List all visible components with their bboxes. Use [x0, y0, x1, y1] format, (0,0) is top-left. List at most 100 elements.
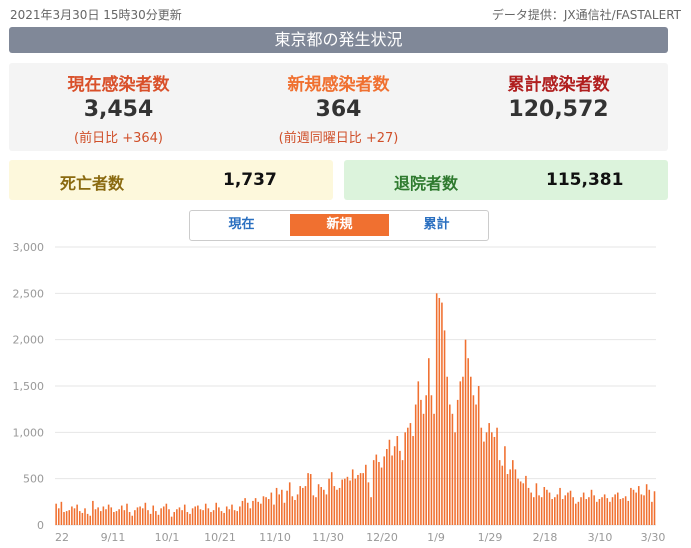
bar: [225, 506, 228, 525]
bar: [204, 503, 207, 525]
bar: [65, 511, 68, 525]
x-tick-label: 11/30: [312, 531, 344, 544]
bar: [262, 496, 265, 525]
bar: [470, 376, 472, 525]
bar: [320, 487, 322, 525]
bar: [551, 499, 553, 525]
bar: [281, 489, 283, 525]
bar: [391, 455, 393, 525]
bar: [136, 507, 139, 525]
bar: [422, 413, 425, 525]
bar: [514, 469, 517, 525]
stat-new-label: 新規感染者数: [287, 75, 390, 95]
bar: [57, 508, 60, 525]
bar: [330, 472, 333, 525]
bar: [302, 487, 304, 525]
bar: [228, 509, 231, 525]
bar: [120, 505, 123, 525]
bar: [372, 460, 375, 525]
x-tick-label: 12/20: [366, 531, 398, 544]
bar: [246, 502, 249, 525]
bar: [538, 495, 540, 525]
bar: [359, 473, 362, 525]
bar: [606, 498, 609, 525]
stat-total-value: 120,572: [508, 97, 609, 122]
bar: [68, 510, 71, 525]
bar: [178, 507, 181, 525]
bar: [215, 502, 218, 525]
bar: [210, 512, 212, 525]
bar: [157, 514, 160, 525]
bar: [496, 427, 498, 525]
bar: [464, 339, 467, 525]
x-tick-label: 9/11: [101, 531, 126, 544]
bar: [181, 510, 183, 525]
tab-total[interactable]: 累計: [387, 214, 486, 236]
bar: [509, 469, 511, 525]
bar: [170, 516, 173, 525]
bar: [588, 497, 590, 525]
bar: [223, 512, 225, 525]
data-source: データ提供：JX通信社/FASTALERT: [491, 8, 681, 22]
updated-timestamp: 2021年3月30日 15時30分更新: [10, 8, 182, 22]
bar: [55, 503, 57, 525]
bar: [601, 497, 603, 525]
bar: [102, 506, 105, 525]
bar: [446, 376, 448, 525]
bar: [383, 456, 385, 525]
bar: [480, 427, 483, 525]
x-tick-label: 2/18: [533, 531, 558, 544]
bar: [367, 482, 370, 525]
bar: [472, 395, 475, 525]
bar: [582, 492, 585, 525]
stats-panel: 現在感染者数 3,454 (前日比 +364) 新規感染者数 364 (前週同曜…: [9, 63, 668, 151]
bar: [183, 504, 186, 525]
x-tick-label: 10/1: [155, 531, 180, 544]
bar: [441, 302, 443, 525]
bar: [491, 432, 493, 525]
bar: [118, 509, 120, 525]
bar: [338, 487, 341, 525]
bar: [126, 503, 128, 525]
x-tick-label: 3/10: [588, 531, 613, 544]
bar: [598, 499, 601, 525]
y-tick-label: 3,000: [13, 241, 45, 254]
y-tick-label: 1,500: [13, 380, 45, 393]
deaths-box: 死亡者数 1,737: [9, 160, 333, 200]
bar: [632, 489, 635, 525]
x-tick-label: 10/21: [204, 531, 236, 544]
bar: [349, 480, 351, 525]
bar: [451, 413, 454, 525]
bar: [149, 513, 152, 525]
bar: [574, 503, 577, 525]
tab-new[interactable]: 新規: [290, 214, 389, 236]
bar: [84, 508, 86, 525]
bar: [616, 492, 619, 525]
bar: [220, 511, 223, 525]
bar: [614, 494, 616, 525]
bar: [501, 465, 504, 525]
bar: [485, 432, 488, 525]
bar: [396, 436, 399, 525]
bar: [556, 494, 559, 525]
bar: [233, 510, 236, 525]
bar: [467, 358, 469, 525]
bar: [517, 478, 519, 525]
bar: [357, 474, 359, 525]
y-tick-label: 0: [37, 519, 44, 532]
bar: [512, 460, 514, 525]
bar: [231, 504, 233, 525]
bar: [239, 506, 241, 525]
bar: [191, 508, 194, 525]
bar: [110, 507, 113, 525]
bar: [456, 399, 459, 525]
bar: [139, 506, 141, 525]
tab-current[interactable]: 現在: [192, 214, 291, 236]
bar: [168, 509, 170, 525]
bar: [585, 499, 588, 525]
bar: [323, 489, 325, 525]
stat-new-value: 364: [315, 97, 362, 122]
bar: [564, 495, 567, 525]
bar: [506, 474, 509, 525]
bar: [194, 506, 197, 525]
